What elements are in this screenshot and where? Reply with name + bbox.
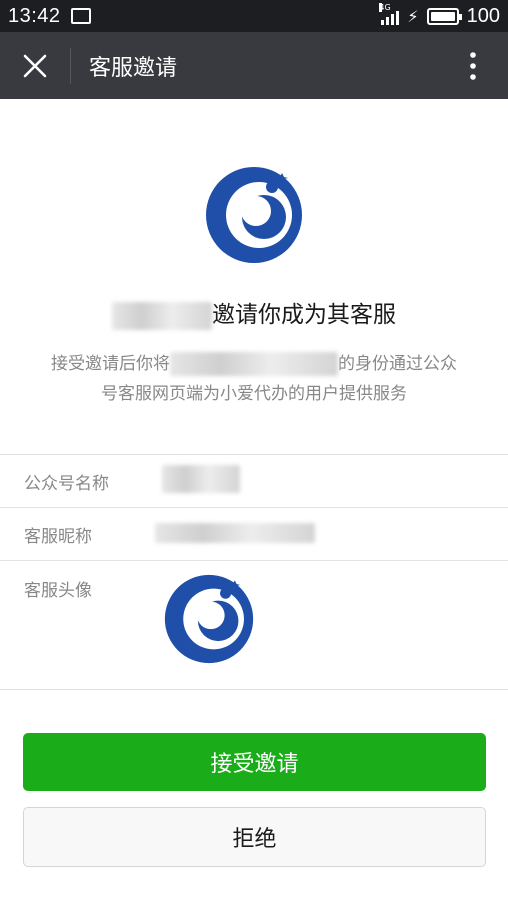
- desc-line-2: 号客服网页端为小爱代办的用户提供服务: [101, 384, 407, 404]
- close-icon: [23, 54, 47, 77]
- accept-invite-button[interactable]: 接受邀请: [23, 733, 486, 791]
- desc-prefix: 接受邀请后你将: [51, 354, 170, 374]
- page-title: 客服邀请: [89, 55, 178, 81]
- appbar-divider: [70, 47, 71, 84]
- app-bar: 客服邀请: [0, 32, 508, 99]
- avatar-label: 客服头像: [24, 581, 92, 601]
- battery-icon: [426, 7, 462, 25]
- divider: [0, 689, 508, 690]
- battery-level: 100: [466, 4, 500, 27]
- status-bar: 13:42 4G ⚡ 100: [0, 0, 508, 32]
- more-vertical-icon: [470, 51, 476, 80]
- redacted-account-name: [112, 301, 212, 330]
- redacted-nickname: [170, 352, 338, 376]
- status-time: 13:42: [8, 4, 61, 27]
- divider: [0, 454, 508, 455]
- account-logo-icon: [206, 167, 302, 263]
- redacted-nickname-value: [155, 523, 315, 543]
- invite-description: 接受邀请后你将 的身份通过公众 号客服网页端为小爱代办的用户提供服务: [24, 349, 484, 409]
- reject-invite-button[interactable]: 拒绝: [23, 807, 486, 867]
- close-button[interactable]: [0, 32, 70, 99]
- invite-heading: 邀请你成为其客服: [0, 295, 508, 330]
- invite-heading-text: 邀请你成为其客服: [212, 302, 396, 328]
- avatar-logo-icon: [164, 574, 254, 664]
- redacted-account-value: [162, 465, 240, 493]
- divider: [0, 560, 508, 561]
- network-type: 4G: [379, 3, 391, 12]
- status-indicators: 4G ⚡ 100: [379, 3, 500, 28]
- more-button[interactable]: [438, 32, 508, 99]
- charging-icon: ⚡: [407, 6, 419, 26]
- nickname-label: 客服昵称: [24, 527, 92, 547]
- account-name-label: 公众号名称: [24, 474, 109, 494]
- notification-icon: [70, 8, 91, 24]
- signal-icon: 4G: [379, 3, 400, 25]
- desc-suffix: 的身份通过公众: [338, 354, 457, 374]
- divider: [0, 507, 508, 508]
